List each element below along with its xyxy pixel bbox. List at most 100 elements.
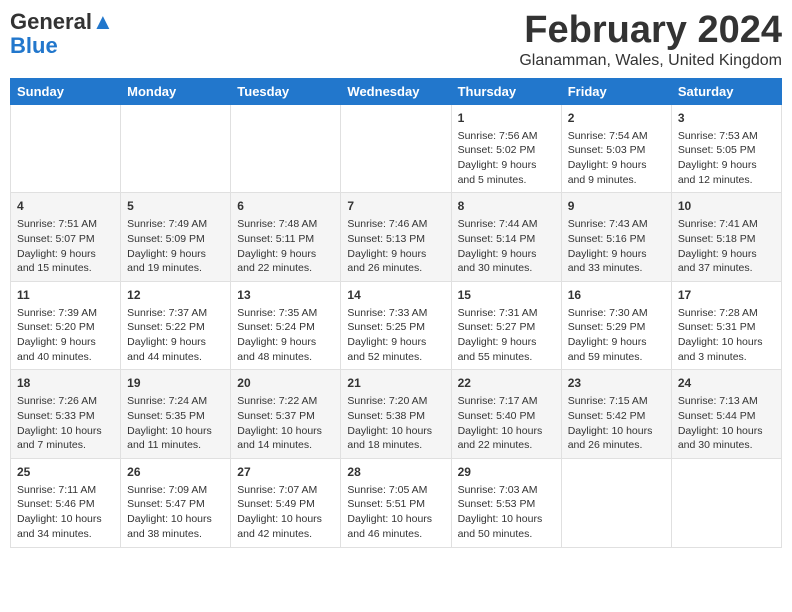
- calendar-cell: 16 Sunrise: 7:30 AMSunset: 5:29 PMDayligh…: [561, 281, 671, 370]
- cell-info: Sunrise: 7:17 AMSunset: 5:40 PMDaylight:…: [458, 394, 555, 453]
- cell-info: Sunrise: 7:53 AMSunset: 5:05 PMDaylight:…: [678, 129, 775, 188]
- cell-info: Sunrise: 7:30 AMSunset: 5:29 PMDaylight:…: [568, 306, 665, 365]
- calendar-cell: [341, 104, 451, 193]
- calendar-cell: 7 Sunrise: 7:46 AMSunset: 5:13 PMDaylight…: [341, 193, 451, 282]
- calendar-cell: 18 Sunrise: 7:26 AMSunset: 5:33 PMDayligh…: [11, 370, 121, 459]
- day-header-monday: Monday: [121, 78, 231, 104]
- day-number: 2: [568, 110, 665, 127]
- calendar-cell: 29 Sunrise: 7:03 AMSunset: 5:53 PMDayligh…: [451, 458, 561, 547]
- day-number: 1: [458, 110, 555, 127]
- day-header-friday: Friday: [561, 78, 671, 104]
- calendar-cell: 17 Sunrise: 7:28 AMSunset: 5:31 PMDayligh…: [671, 281, 781, 370]
- cell-info: Sunrise: 7:22 AMSunset: 5:37 PMDaylight:…: [237, 394, 334, 453]
- day-number: 3: [678, 110, 775, 127]
- calendar-cell: 5 Sunrise: 7:49 AMSunset: 5:09 PMDaylight…: [121, 193, 231, 282]
- day-number: 21: [347, 375, 444, 392]
- calendar-cell: 22 Sunrise: 7:17 AMSunset: 5:40 PMDayligh…: [451, 370, 561, 459]
- day-number: 14: [347, 287, 444, 304]
- calendar-cell: 1 Sunrise: 7:56 AMSunset: 5:02 PMDaylight…: [451, 104, 561, 193]
- main-title: February 2024: [519, 10, 782, 52]
- calendar-cell: 19 Sunrise: 7:24 AMSunset: 5:35 PMDayligh…: [121, 370, 231, 459]
- day-number: 28: [347, 464, 444, 481]
- day-number: 4: [17, 198, 114, 215]
- cell-info: Sunrise: 7:28 AMSunset: 5:31 PMDaylight:…: [678, 306, 775, 365]
- calendar-cell: 23Sunrise: 7:15 AMSunset: 5:42 PMDayligh…: [561, 370, 671, 459]
- calendar-cell: 11 Sunrise: 7:39 AMSunset: 5:20 PMDayligh…: [11, 281, 121, 370]
- cell-info: Sunrise: 7:13 AMSunset: 5:44 PMDaylight:…: [678, 394, 775, 453]
- day-number: 23: [568, 375, 665, 392]
- day-number: 19: [127, 375, 224, 392]
- cell-info: Sunrise: 7:54 AMSunset: 5:03 PMDaylight:…: [568, 129, 665, 188]
- cell-info: Sunrise: 7:05 AMSunset: 5:51 PMDaylight:…: [347, 483, 444, 542]
- week-row-5: 25 Sunrise: 7:11 AMSunset: 5:46 PMDayligh…: [11, 458, 782, 547]
- day-number: 25: [17, 464, 114, 481]
- calendar-cell: 15 Sunrise: 7:31 AMSunset: 5:27 PMDayligh…: [451, 281, 561, 370]
- day-number: 22: [458, 375, 555, 392]
- cell-info: Sunrise: 7:46 AMSunset: 5:13 PMDaylight:…: [347, 217, 444, 276]
- cell-info: Sunrise: 7:33 AMSunset: 5:25 PMDaylight:…: [347, 306, 444, 365]
- cell-info: Sunrise: 7:39 AMSunset: 5:20 PMDaylight:…: [17, 306, 114, 365]
- day-number: 5: [127, 198, 224, 215]
- calendar-cell: 28 Sunrise: 7:05 AMSunset: 5:51 PMDayligh…: [341, 458, 451, 547]
- calendar-cell: 2 Sunrise: 7:54 AMSunset: 5:03 PMDaylight…: [561, 104, 671, 193]
- day-number: 29: [458, 464, 555, 481]
- calendar-cell: 8Sunrise: 7:44 AMSunset: 5:14 PMDaylight…: [451, 193, 561, 282]
- day-number: 24: [678, 375, 775, 392]
- day-number: 11: [17, 287, 114, 304]
- cell-info: Sunrise: 7:09 AMSunset: 5:47 PMDaylight:…: [127, 483, 224, 542]
- cell-info: Sunrise: 7:11 AMSunset: 5:46 PMDaylight:…: [17, 483, 114, 542]
- calendar-cell: 12 Sunrise: 7:37 AMSunset: 5:22 PMDayligh…: [121, 281, 231, 370]
- day-number: 12: [127, 287, 224, 304]
- calendar-cell: [671, 458, 781, 547]
- day-number: 16: [568, 287, 665, 304]
- cell-info: Sunrise: 7:03 AMSunset: 5:53 PMDaylight:…: [458, 483, 555, 542]
- day-number: 15: [458, 287, 555, 304]
- calendar-cell: 9Sunrise: 7:43 AMSunset: 5:16 PMDaylight…: [561, 193, 671, 282]
- calendar-cell: 6 Sunrise: 7:48 AMSunset: 5:11 PMDaylight…: [231, 193, 341, 282]
- cell-info: Sunrise: 7:07 AMSunset: 5:49 PMDaylight:…: [237, 483, 334, 542]
- calendar-cell: 3 Sunrise: 7:53 AMSunset: 5:05 PMDaylight…: [671, 104, 781, 193]
- cell-info: Sunrise: 7:37 AMSunset: 5:22 PMDaylight:…: [127, 306, 224, 365]
- day-header-thursday: Thursday: [451, 78, 561, 104]
- calendar-cell: 21 Sunrise: 7:20 AMSunset: 5:38 PMDayligh…: [341, 370, 451, 459]
- cell-info: Sunrise: 7:26 AMSunset: 5:33 PMDaylight:…: [17, 394, 114, 453]
- day-number: 9: [568, 198, 665, 215]
- calendar-cell: [231, 104, 341, 193]
- day-number: 18: [17, 375, 114, 392]
- calendar-cell: 24 Sunrise: 7:13 AMSunset: 5:44 PMDayligh…: [671, 370, 781, 459]
- calendar-cell: 25 Sunrise: 7:11 AMSunset: 5:46 PMDayligh…: [11, 458, 121, 547]
- calendar-table: SundayMondayTuesdayWednesdayThursdayFrid…: [10, 78, 782, 548]
- day-number: 10: [678, 198, 775, 215]
- page-header: General▲ Blue February 2024 Glanamman, W…: [10, 10, 782, 70]
- week-row-4: 18 Sunrise: 7:26 AMSunset: 5:33 PMDayligh…: [11, 370, 782, 459]
- day-number: 27: [237, 464, 334, 481]
- cell-info: Sunrise: 7:24 AMSunset: 5:35 PMDaylight:…: [127, 394, 224, 453]
- day-number: 20: [237, 375, 334, 392]
- day-number: 26: [127, 464, 224, 481]
- calendar-cell: 4 Sunrise: 7:51 AMSunset: 5:07 PMDaylight…: [11, 193, 121, 282]
- cell-info: Sunrise: 7:31 AMSunset: 5:27 PMDaylight:…: [458, 306, 555, 365]
- cell-info: Sunrise: 7:20 AMSunset: 5:38 PMDaylight:…: [347, 394, 444, 453]
- day-number: 8: [458, 198, 555, 215]
- calendar-cell: 14 Sunrise: 7:33 AMSunset: 5:25 PMDayligh…: [341, 281, 451, 370]
- day-number: 17: [678, 287, 775, 304]
- day-number: 6: [237, 198, 334, 215]
- subtitle: Glanamman, Wales, United Kingdom: [519, 52, 782, 70]
- cell-info: Sunrise: 7:41 AMSunset: 5:18 PMDaylight:…: [678, 217, 775, 276]
- calendar-cell: 27 Sunrise: 7:07 AMSunset: 5:49 PMDayligh…: [231, 458, 341, 547]
- title-block: February 2024 Glanamman, Wales, United K…: [519, 10, 782, 70]
- cell-info: Sunrise: 7:49 AMSunset: 5:09 PMDaylight:…: [127, 217, 224, 276]
- week-row-3: 11 Sunrise: 7:39 AMSunset: 5:20 PMDayligh…: [11, 281, 782, 370]
- day-header-sunday: Sunday: [11, 78, 121, 104]
- calendar-cell: 10 Sunrise: 7:41 AMSunset: 5:18 PMDayligh…: [671, 193, 781, 282]
- calendar-cell: [561, 458, 671, 547]
- header-row: SundayMondayTuesdayWednesdayThursdayFrid…: [11, 78, 782, 104]
- week-row-2: 4 Sunrise: 7:51 AMSunset: 5:07 PMDaylight…: [11, 193, 782, 282]
- cell-info: Sunrise: 7:56 AMSunset: 5:02 PMDaylight:…: [458, 129, 555, 188]
- cell-info: Sunrise: 7:51 AMSunset: 5:07 PMDaylight:…: [17, 217, 114, 276]
- logo-subtext: Blue: [10, 34, 114, 58]
- day-number: 7: [347, 198, 444, 215]
- day-header-tuesday: Tuesday: [231, 78, 341, 104]
- cell-info: Sunrise: 7:48 AMSunset: 5:11 PMDaylight:…: [237, 217, 334, 276]
- day-number: 13: [237, 287, 334, 304]
